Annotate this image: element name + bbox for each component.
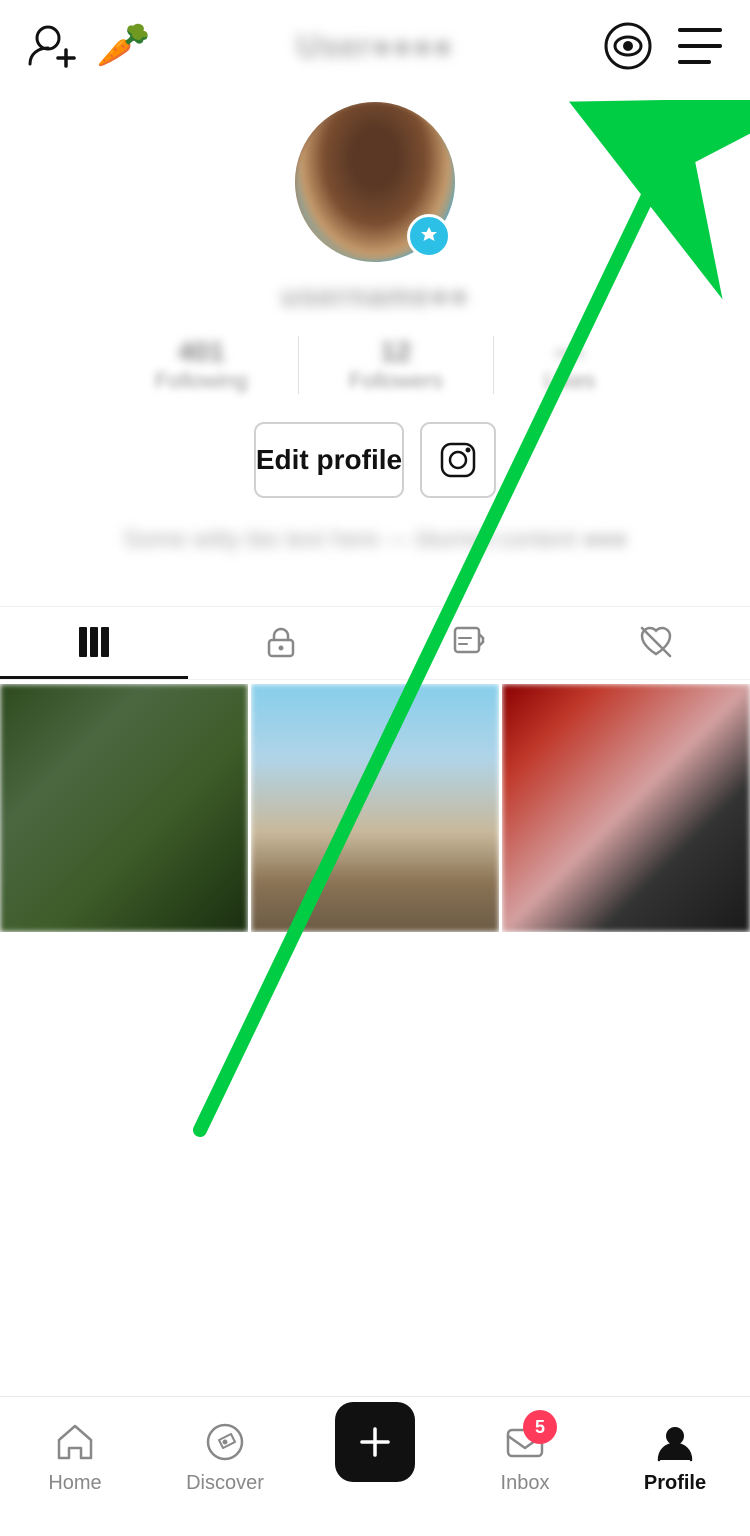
tab-grid[interactable] bbox=[0, 607, 188, 679]
post-thumbnail[interactable] bbox=[502, 684, 750, 932]
bottom-nav: Home Discover Post 5 bbox=[0, 1396, 750, 1536]
likes-count: — bbox=[556, 336, 584, 368]
add-user-icon[interactable] bbox=[28, 20, 80, 72]
followers-count: 12 bbox=[380, 336, 411, 368]
post-thumbnail[interactable] bbox=[0, 684, 248, 932]
bio-text: Some witty bio text here — blurred conte… bbox=[83, 522, 667, 558]
tab-private[interactable] bbox=[188, 607, 376, 679]
stat-followers[interactable]: 12 Followers bbox=[298, 336, 493, 394]
grid-icon bbox=[76, 624, 112, 660]
nav-item-profile[interactable]: Profile bbox=[600, 1418, 750, 1495]
following-count: 401 bbox=[178, 336, 225, 368]
avatar-container bbox=[295, 102, 455, 262]
action-buttons: Edit profile bbox=[214, 422, 536, 498]
instagram-icon bbox=[438, 440, 478, 480]
header-left: 🥕 bbox=[28, 20, 151, 72]
tab-tagged[interactable] bbox=[375, 607, 563, 679]
followers-label: Followers bbox=[349, 368, 443, 394]
inbox-label: Inbox bbox=[501, 1472, 550, 1495]
stat-likes[interactable]: — Likes bbox=[493, 336, 645, 394]
header: 🥕 User●●●● bbox=[0, 0, 750, 92]
inbox-badge: 5 bbox=[523, 1410, 557, 1444]
following-label: Following bbox=[155, 368, 248, 394]
nav-item-post[interactable]: Post bbox=[300, 1402, 450, 1511]
content-tabs bbox=[0, 606, 750, 680]
nav-item-inbox[interactable]: 5 Inbox bbox=[450, 1418, 600, 1495]
plus-icon bbox=[354, 1421, 396, 1463]
discover-label: Discover bbox=[186, 1472, 264, 1495]
eye-icon[interactable] bbox=[602, 20, 654, 72]
post-thumbnail[interactable] bbox=[251, 684, 499, 932]
instagram-button[interactable] bbox=[420, 422, 496, 498]
menu-icon[interactable] bbox=[678, 28, 722, 64]
stats-row: 401 Following 12 Followers — Likes bbox=[0, 336, 750, 394]
home-icon bbox=[51, 1418, 99, 1466]
lock-icon bbox=[263, 624, 299, 660]
profile-nav-icon bbox=[651, 1418, 699, 1466]
inbox-icon: 5 bbox=[501, 1418, 549, 1466]
home-label: Home bbox=[48, 1472, 101, 1495]
tab-liked[interactable] bbox=[563, 607, 750, 679]
header-right bbox=[602, 20, 722, 72]
profile-username: username●● bbox=[281, 280, 469, 314]
nav-item-home[interactable]: Home bbox=[0, 1418, 150, 1495]
tag-icon bbox=[451, 624, 487, 660]
carrot-icon[interactable]: 🥕 bbox=[96, 24, 151, 68]
verified-badge bbox=[407, 214, 451, 258]
edit-profile-button[interactable]: Edit profile bbox=[254, 422, 404, 498]
post-button[interactable] bbox=[335, 1402, 415, 1482]
heart-off-icon bbox=[638, 624, 674, 660]
profile-section: username●● 401 Following 12 Followers — … bbox=[0, 92, 750, 606]
posts-grid bbox=[0, 684, 750, 932]
discover-icon bbox=[201, 1418, 249, 1466]
profile-label: Profile bbox=[644, 1472, 706, 1495]
nav-item-discover[interactable]: Discover bbox=[150, 1418, 300, 1495]
stat-following[interactable]: 401 Following bbox=[105, 336, 298, 394]
likes-label: Likes bbox=[544, 368, 595, 394]
profile-username-header: User●●●● bbox=[297, 28, 453, 65]
